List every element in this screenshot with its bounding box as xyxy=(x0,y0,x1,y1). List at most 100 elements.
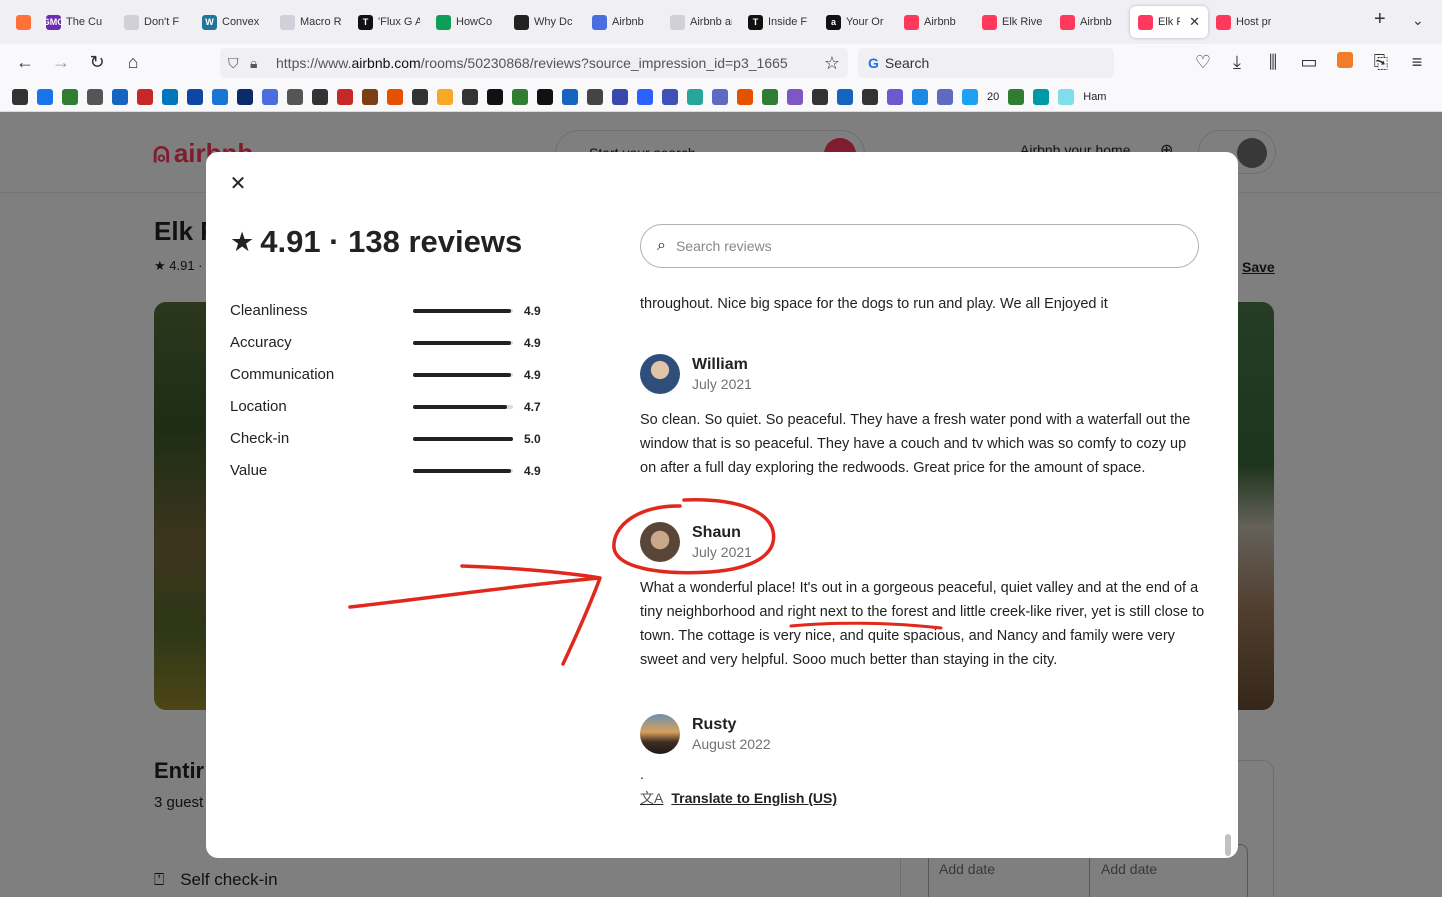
new-tab-button[interactable]: + xyxy=(1374,8,1386,31)
bookmark-icon[interactable] xyxy=(1033,88,1050,105)
forward-icon[interactable]: → xyxy=(50,52,72,73)
bookmark-icon[interactable] xyxy=(162,88,178,105)
tab-label: Airbnb xyxy=(1080,16,1112,28)
bookmark-icon[interactable] xyxy=(462,88,478,105)
bookmark-icon[interactable] xyxy=(187,88,203,105)
browser-tab[interactable]: Airbnb xyxy=(896,6,974,38)
bookmark-icon[interactable] xyxy=(612,88,628,105)
browser-tab[interactable]: GMO The Cu xyxy=(38,6,116,38)
bookmark-icon[interactable] xyxy=(112,88,128,105)
browser-tab[interactable]: a Your Or xyxy=(818,6,896,38)
sidebar-icon[interactable]: ▭ xyxy=(1298,52,1320,73)
browser-tab[interactable]: Elk Rive xyxy=(974,6,1052,38)
category-score: 4.9 xyxy=(524,368,541,382)
browser-tab[interactable] xyxy=(8,6,38,38)
address-bar[interactable]: ⛉ 🔒︎ https://www.airbnb.com/rooms/502308… xyxy=(220,48,848,78)
browser-tab[interactable]: T 'Flux G AUTOPL xyxy=(350,6,428,38)
bookmark-icon[interactable] xyxy=(837,88,853,105)
bookmark-icon[interactable] xyxy=(912,88,928,105)
browser-search-field[interactable]: G Search xyxy=(858,48,1114,78)
bookmark-icon[interactable] xyxy=(62,88,78,105)
bookmark-icon[interactable] xyxy=(512,88,528,105)
bookmark-ham[interactable]: Ham xyxy=(1083,91,1106,103)
bookmarks-toolbar: 20 Ham xyxy=(0,82,1442,112)
bookmark-icon[interactable] xyxy=(37,88,53,105)
bookmark-icon[interactable] xyxy=(862,88,878,105)
browser-tab[interactable]: Macro Repc xyxy=(272,6,350,38)
tab-label: Inside F xyxy=(768,16,808,28)
bookmark-icon[interactable] xyxy=(212,88,228,105)
bookmark-icon[interactable] xyxy=(562,88,578,105)
bookmark-star-icon[interactable]: ☆ xyxy=(824,53,840,74)
browser-tab[interactable]: HowCo xyxy=(428,6,506,38)
reviewer-avatar[interactable] xyxy=(640,522,680,562)
review-text: What a wonderful place! It's out in a go… xyxy=(640,576,1205,672)
browser-tab[interactable]: Airbnb and xyxy=(662,6,740,38)
bookmark-twitter-count[interactable]: 20 xyxy=(987,91,999,103)
downloads-icon[interactable]: ⤓ xyxy=(1226,52,1248,73)
bookmark-icon[interactable] xyxy=(587,88,603,105)
home-icon[interactable]: ⌂ xyxy=(122,52,144,73)
browser-tab[interactable]: Why Dc xyxy=(506,6,584,38)
bookmark-icon[interactable] xyxy=(812,88,828,105)
bookmark-icon[interactable] xyxy=(537,88,553,105)
app-menu-icon[interactable]: ≡ xyxy=(1406,52,1428,73)
translate-link[interactable]: 文A Translate to English (US) xyxy=(640,788,1205,808)
browser-tab[interactable]: Airbnb xyxy=(1052,6,1130,38)
browser-tab[interactable]: Host pr xyxy=(1208,6,1286,38)
bookmark-icon[interactable] xyxy=(1058,88,1075,105)
category-score: 4.9 xyxy=(524,304,541,318)
bookmark-icon[interactable] xyxy=(937,88,953,105)
browser-tab[interactable]: Elk R ✕ xyxy=(1130,6,1208,38)
list-all-tabs-button[interactable]: ⌄ xyxy=(1412,12,1424,29)
bookmark-icon[interactable] xyxy=(737,88,753,105)
bookmark-icon[interactable] xyxy=(137,88,153,105)
close-tab-icon[interactable]: ✕ xyxy=(1189,14,1200,30)
bookmark-icon[interactable] xyxy=(387,88,403,105)
reviewer-avatar[interactable] xyxy=(640,714,680,754)
bookmark-icon[interactable] xyxy=(887,88,903,105)
browser-tab[interactable]: T Inside F xyxy=(740,6,818,38)
bookmark-icon[interactable] xyxy=(237,88,253,105)
shield-icon[interactable]: ⛉ xyxy=(228,55,246,72)
review-text: So clean. So quiet. So peaceful. They ha… xyxy=(640,412,1191,476)
reload-icon[interactable]: ↻ xyxy=(86,52,108,73)
browser-tab[interactable]: W Convex xyxy=(194,6,272,38)
review-text-highlight: right next to the forest xyxy=(787,604,928,620)
back-icon[interactable]: ← xyxy=(14,52,36,73)
bookmark-icon[interactable] xyxy=(687,88,703,105)
modal-scrollbar[interactable] xyxy=(1225,834,1231,856)
browser-tab[interactable]: Don't F xyxy=(116,6,194,38)
bookmark-icon[interactable] xyxy=(337,88,353,105)
library-icon[interactable]: ⫼ xyxy=(1262,52,1284,73)
pocket-icon[interactable]: ♡ xyxy=(1192,52,1214,73)
airbnb-icon xyxy=(1060,14,1075,30)
lock-icon[interactable]: 🔒︎ xyxy=(250,55,268,72)
bookmark-icon[interactable] xyxy=(712,88,728,105)
tab-label: Your Or xyxy=(846,16,884,28)
reviewer-avatar[interactable] xyxy=(640,354,680,394)
bookmark-icon[interactable] xyxy=(1008,88,1025,105)
bookmark-icon[interactable] xyxy=(637,88,653,105)
tab-label: Airbnb and xyxy=(690,16,732,28)
bookmark-icon[interactable] xyxy=(412,88,428,105)
close-icon[interactable]: ✕ xyxy=(224,170,252,198)
bookmark-icon[interactable] xyxy=(787,88,803,105)
extension-icon[interactable] xyxy=(1334,52,1356,73)
bookmark-icon[interactable] xyxy=(487,88,503,105)
category-name: Value xyxy=(230,462,268,479)
bookmark-icon[interactable] xyxy=(287,88,303,105)
search-reviews-input[interactable]: ⌕ Search reviews xyxy=(640,224,1199,268)
share-icon[interactable]: ⎘ xyxy=(1370,52,1392,73)
browser-tab[interactable]: Airbnb xyxy=(584,6,662,38)
bookmark-icon[interactable] xyxy=(312,88,328,105)
bookmark-icon[interactable] xyxy=(12,88,28,105)
bookmark-icon[interactable] xyxy=(762,88,778,105)
bookmark-icon[interactable] xyxy=(437,88,453,105)
bookmark-icon[interactable] xyxy=(262,88,278,105)
bookmark-icon[interactable] xyxy=(962,88,978,105)
airbnb-icon xyxy=(982,14,997,30)
bookmark-icon[interactable] xyxy=(662,88,678,105)
bookmark-icon[interactable] xyxy=(362,88,378,105)
bookmark-icon[interactable] xyxy=(87,88,103,105)
